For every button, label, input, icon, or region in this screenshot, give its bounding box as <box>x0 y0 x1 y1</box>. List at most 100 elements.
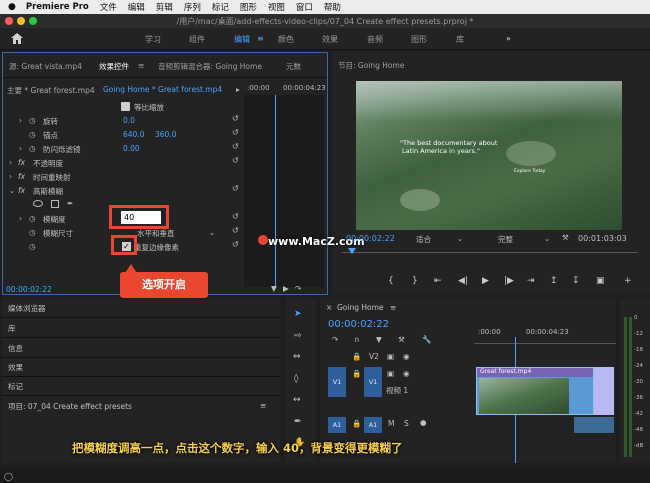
slip-tool-icon[interactable]: ↔ <box>293 395 301 405</box>
clip-great-forest[interactable]: Great forest.mp4 <box>476 367 594 415</box>
tab-audio-clip-mixer[interactable]: 音频剪辑混合器: Going Home <box>158 61 262 72</box>
track-v2-label[interactable]: V2 <box>369 352 379 361</box>
go-to-out-icon[interactable]: ⇥ <box>527 276 535 286</box>
menu-clip[interactable]: 剪辑 <box>156 1 173 13</box>
project-tab[interactable]: 项目: 07_04 Create effect presets <box>8 401 132 412</box>
track-a1-label[interactable]: A1 <box>364 417 382 433</box>
play-icon[interactable]: ▶ <box>482 276 489 286</box>
workspace-menu-icon[interactable]: ≡ <box>257 34 264 43</box>
wrench-icon[interactable]: 🔧 <box>422 335 431 344</box>
fx-icon[interactable]: fx <box>18 186 25 195</box>
linked-selection-icon[interactable]: ∩ <box>354 335 360 344</box>
extract-icon[interactable]: ↧ <box>572 276 580 286</box>
ripple-edit-tool-icon[interactable]: ⇔ <box>293 352 301 362</box>
fx-icon[interactable]: fx <box>18 172 25 181</box>
stopwatch-icon[interactable]: ◷ <box>29 214 36 223</box>
chevron-down-icon[interactable]: ⌄ <box>544 234 550 243</box>
export-icon[interactable]: ↷ <box>295 284 301 293</box>
libraries-tab[interactable]: 库 <box>8 323 16 334</box>
play-icon[interactable]: ▶ <box>283 284 289 293</box>
reset-icon[interactable]: ↺ <box>232 128 239 137</box>
blur-dimensions-dropdown[interactable]: 水平和垂直 <box>137 228 175 239</box>
panel-menu-icon[interactable]: ≡ <box>260 401 266 410</box>
workspace-graphics[interactable]: 图形 <box>411 34 427 45</box>
reset-icon[interactable]: ↺ <box>232 240 239 249</box>
toggle-sync-lock-icon[interactable]: 🔒 <box>352 369 361 378</box>
track-output-icon[interactable]: ▣ <box>387 352 394 361</box>
filter-icon[interactable]: ▼ <box>271 284 277 293</box>
collapse-chevron-icon[interactable]: ⌄ <box>9 186 15 195</box>
pen-mask-icon[interactable]: ✒ <box>67 199 73 208</box>
lift-icon[interactable]: ↥ <box>550 276 558 286</box>
go-to-in-icon[interactable]: ⇤ <box>434 276 442 286</box>
timeline-settings-icon[interactable]: ⚒ <box>398 335 405 344</box>
anchor-x-value[interactable]: 640.0 <box>123 130 144 139</box>
home-icon[interactable] <box>11 33 23 44</box>
source-patch-a1[interactable]: A1 <box>328 417 346 433</box>
fit-dropdown[interactable]: 适合 <box>416 234 431 245</box>
tab-source[interactable]: 源: Great vista.mp4 <box>9 61 82 72</box>
gaussian-blur-label[interactable]: 高斯模糊 <box>33 186 63 197</box>
expand-chevron-icon[interactable]: › <box>9 158 12 167</box>
rectangle-mask-icon[interactable] <box>51 200 59 208</box>
step-back-icon[interactable]: ◀​| <box>458 276 468 286</box>
timeline-timecode[interactable]: 00:00:02:22 <box>328 319 389 330</box>
menu-help[interactable]: 帮助 <box>324 1 341 13</box>
menu-view[interactable]: 视图 <box>268 1 285 13</box>
reset-icon[interactable]: ↺ <box>232 226 239 235</box>
app-name-menu[interactable]: Premiere Pro <box>26 2 89 12</box>
source-patch-v1[interactable]: V1 <box>328 367 346 397</box>
workspace-assembly[interactable]: 组件 <box>189 34 205 45</box>
stopwatch-icon[interactable]: ◷ <box>29 144 36 153</box>
ec-playhead[interactable] <box>275 95 276 287</box>
toggle-sync-lock-icon[interactable]: 🔒 <box>352 419 361 428</box>
rotation-value[interactable]: 0.0 <box>123 116 135 125</box>
chevron-down-icon[interactable]: ⌄ <box>209 228 215 237</box>
workspace-audio[interactable]: 音频 <box>367 34 383 45</box>
sequence-clip-label[interactable]: Going Home * Great forest.mp4 <box>103 85 222 94</box>
program-video-frame[interactable]: "The best documentary about Latin Americ… <box>356 81 622 230</box>
close-tab-icon[interactable]: × <box>326 303 332 312</box>
timeline-title[interactable]: Going Home <box>337 303 384 312</box>
next-clip[interactable] <box>594 367 614 415</box>
mark-out-icon[interactable]: } <box>412 276 418 286</box>
wrench-icon[interactable]: ⚒ <box>562 233 569 242</box>
workspace-libraries[interactable]: 库 <box>456 34 464 45</box>
reset-icon[interactable]: ↺ <box>232 114 239 123</box>
eye-icon[interactable]: ◉ <box>403 369 410 378</box>
opacity-label[interactable]: 不透明度 <box>33 158 63 169</box>
program-timecode[interactable]: 00:00:02:22 <box>346 234 395 243</box>
panel-menu-icon[interactable]: ≡ <box>390 303 396 312</box>
workspace-more-icon[interactable]: » <box>506 34 511 43</box>
ellipse-mask-icon[interactable] <box>33 200 43 207</box>
add-marker-icon[interactable]: ▼ <box>376 335 382 344</box>
camera-icon[interactable]: ▣ <box>596 276 605 286</box>
workspace-learn[interactable]: 学习 <box>145 34 161 45</box>
reset-icon[interactable]: ↺ <box>232 156 239 165</box>
workspace-editing[interactable]: 编辑 <box>234 34 250 45</box>
tab-metadata[interactable]: 元数 <box>286 61 301 72</box>
expand-chevron-icon[interactable]: › <box>19 214 22 223</box>
track-select-tool-icon[interactable]: ⇨ <box>294 331 302 341</box>
eye-icon[interactable]: ◉ <box>403 352 410 361</box>
uniform-scale-checkbox[interactable] <box>121 102 130 111</box>
solo-button[interactable]: S <box>404 419 409 428</box>
tab-effect-controls[interactable]: 效果控件 <box>99 61 129 72</box>
menu-markers[interactable]: 标记 <box>212 1 229 13</box>
audio-clip[interactable] <box>574 417 614 433</box>
program-playhead[interactable] <box>348 248 356 254</box>
menu-window[interactable]: 窗口 <box>296 1 313 13</box>
reset-icon[interactable]: ↺ <box>232 212 239 221</box>
fx-icon[interactable]: fx <box>18 158 25 167</box>
workspace-color[interactable]: 颜色 <box>278 34 294 45</box>
snap-icon[interactable]: ↷ <box>332 335 338 344</box>
mark-in-icon[interactable]: { <box>388 276 394 286</box>
expand-chevron-icon[interactable]: › <box>9 172 12 181</box>
workspace-effects[interactable]: 效果 <box>322 34 338 45</box>
razor-tool-icon[interactable]: ◊ <box>294 374 298 384</box>
toggle-sync-lock-icon[interactable]: 🔒 <box>352 352 361 361</box>
step-forward-icon[interactable]: |▶ <box>504 276 514 286</box>
play-arrow-icon[interactable]: ▸ <box>236 85 240 94</box>
info-tab[interactable]: 信息 <box>8 343 23 354</box>
chevron-down-icon[interactable]: ⌄ <box>457 234 463 243</box>
